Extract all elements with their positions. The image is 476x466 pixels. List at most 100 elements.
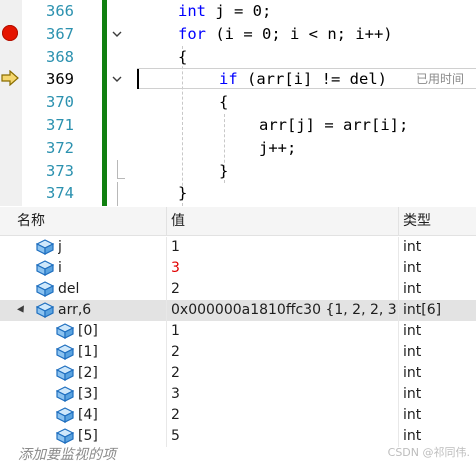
line-number: 371 xyxy=(46,116,74,134)
watch-value[interactable]: 1 xyxy=(171,237,396,258)
column-divider[interactable] xyxy=(166,207,167,235)
line-number: 370 xyxy=(46,93,74,111)
watch-row-element[interactable]: [4] 2 int xyxy=(0,405,476,426)
cell-divider xyxy=(166,258,167,279)
cell-divider xyxy=(166,342,167,363)
cell-divider xyxy=(166,426,167,447)
watch-value[interactable]: 3 xyxy=(171,384,396,405)
code-line: 374 } xyxy=(0,182,476,205)
code-text: { xyxy=(178,48,188,66)
column-header-value[interactable]: 值 xyxy=(171,207,185,235)
variable-icon xyxy=(35,302,55,319)
column-header-type[interactable]: 类型 xyxy=(403,207,431,235)
cell-divider xyxy=(398,321,399,342)
cell-divider xyxy=(398,342,399,363)
code-text: for (i = 0; i < n; i++) xyxy=(178,25,393,43)
cell-divider xyxy=(166,384,167,405)
watch-row-element[interactable]: [0] 1 int xyxy=(0,321,476,342)
code-text: int j = 0; xyxy=(178,2,272,20)
watch-row[interactable]: arr,6 0x000000a1810ffc30 {1, 2, 2, 3, 2,.… xyxy=(0,300,476,321)
line-number: 367 xyxy=(46,25,74,43)
code-editor[interactable]: 366 int j = 0; 367 for (i = 0; i < n; i+… xyxy=(0,0,476,206)
variable-icon xyxy=(35,239,55,256)
watch-type: int xyxy=(403,260,422,276)
watch-type: int xyxy=(403,365,422,381)
watch-row[interactable]: del 2 int xyxy=(0,279,476,300)
code-text: { xyxy=(219,93,229,111)
watch-name[interactable]: del xyxy=(58,279,79,300)
watch-name[interactable]: [5] xyxy=(78,426,98,447)
watch-row-element[interactable]: [3] 3 int xyxy=(0,384,476,405)
line-number: 366 xyxy=(46,2,74,20)
watch-type: int[6] xyxy=(403,302,442,318)
cell-divider xyxy=(166,300,167,321)
watch-name[interactable]: [0] xyxy=(78,321,98,342)
cell-divider xyxy=(166,405,167,426)
line-number: 368 xyxy=(46,48,74,66)
variable-icon xyxy=(35,281,55,298)
watch-window: 名称 值 类型 j 1 int i 3 int del 2 int arr,6 0x000000a1… xyxy=(0,207,476,466)
watch-row[interactable]: j 1 int xyxy=(0,237,476,258)
text-cursor xyxy=(137,69,139,89)
watch-name[interactable]: [3] xyxy=(78,384,98,405)
watch-value[interactable]: 2 xyxy=(171,405,396,426)
watch-value[interactable]: 0x000000a1810ffc30 {1, 2, 2, 3, 2,... xyxy=(171,300,396,321)
cell-divider xyxy=(398,237,399,258)
collapse-arrow-icon[interactable] xyxy=(17,305,27,315)
watch-row[interactable]: i 3 int xyxy=(0,258,476,279)
code-text: } xyxy=(178,184,188,202)
code-line: 370 { xyxy=(0,91,476,114)
code-line: 369 if (arr[i] != del) xyxy=(0,68,476,91)
cell-divider xyxy=(398,300,399,321)
watch-type: int xyxy=(403,386,422,402)
watch-name[interactable]: [4] xyxy=(78,405,98,426)
code-line: 372 j++; xyxy=(0,137,476,160)
variable-icon xyxy=(55,323,75,340)
watch-type: int xyxy=(403,239,422,255)
cell-divider xyxy=(166,321,167,342)
cell-divider xyxy=(398,279,399,300)
add-watch-input[interactable]: 添加要监视的项 xyxy=(18,445,116,466)
watch-type: int xyxy=(403,323,422,339)
watch-value[interactable]: 5 xyxy=(171,426,396,447)
cell-divider xyxy=(398,384,399,405)
cell-divider xyxy=(398,258,399,279)
code-text: if (arr[i] != del) xyxy=(219,70,387,88)
watch-name[interactable]: i xyxy=(58,258,62,279)
code-line: 368 { xyxy=(0,46,476,69)
variable-icon xyxy=(55,344,75,361)
line-number: 373 xyxy=(46,162,74,180)
column-header-name[interactable]: 名称 xyxy=(17,207,45,235)
code-line: 366 int j = 0; xyxy=(0,0,476,23)
watch-value[interactable]: 1 xyxy=(171,321,396,342)
watch-row-element[interactable]: [1] 2 int xyxy=(0,342,476,363)
cell-divider xyxy=(166,279,167,300)
perf-tip[interactable]: 已用时间 xyxy=(416,69,464,90)
watch-type: int xyxy=(403,281,422,297)
watch-value[interactable]: 2 xyxy=(171,279,396,300)
code-text: } xyxy=(219,162,229,180)
watch-value[interactable]: 2 xyxy=(171,363,396,384)
watch-header: 名称 值 类型 xyxy=(0,207,476,236)
variable-icon xyxy=(55,428,75,445)
watch-row-element[interactable]: [2] 2 int xyxy=(0,363,476,384)
line-number: 372 xyxy=(46,139,74,157)
watch-value[interactable]: 3 xyxy=(171,258,396,279)
watch-value[interactable]: 2 xyxy=(171,342,396,363)
watch-type: int xyxy=(403,407,422,423)
code-line: 373 } xyxy=(0,160,476,183)
column-divider[interactable] xyxy=(398,207,399,235)
watch-name[interactable]: j xyxy=(58,237,62,258)
code-text: arr[j] = arr[i]; xyxy=(259,116,409,134)
code-line: 367 for (i = 0; i < n; i++) xyxy=(0,23,476,46)
line-number: 374 xyxy=(46,184,74,202)
cell-divider xyxy=(166,237,167,258)
watch-name[interactable]: arr,6 xyxy=(58,300,91,321)
cell-divider xyxy=(398,405,399,426)
variable-icon xyxy=(55,407,75,424)
code-line: 371 arr[j] = arr[i]; xyxy=(0,114,476,137)
watch-name[interactable]: [1] xyxy=(78,342,98,363)
code-text: j++; xyxy=(259,139,297,157)
watch-name[interactable]: [2] xyxy=(78,363,98,384)
cell-divider xyxy=(166,363,167,384)
